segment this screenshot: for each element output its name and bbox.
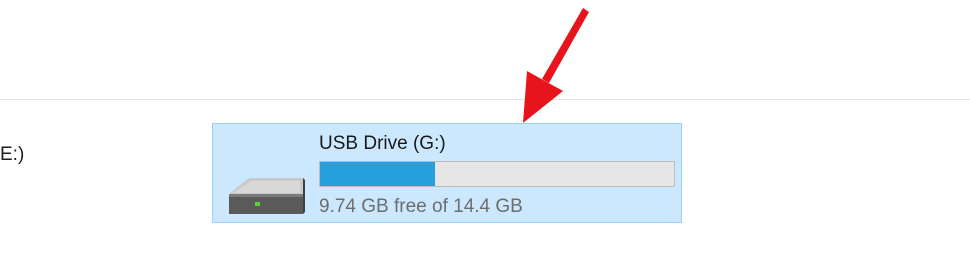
drive-item-usb-g[interactable]: USB Drive (G:) 9.74 GB free of 14.4 GB xyxy=(212,123,682,223)
file-explorer-drives-view: E:) USB Drive (G:) 9.74 GB free of 14.4 … xyxy=(0,0,970,272)
drive-usage-bar xyxy=(319,161,675,187)
red-arrow-icon xyxy=(523,8,589,123)
drive-usage-fill xyxy=(320,162,435,186)
drive-name: USB Drive (G:) xyxy=(319,133,446,154)
drive-free-space: 9.74 GB free of 14.4 GB xyxy=(319,196,523,217)
drive-item-e-label[interactable]: E:) xyxy=(0,144,24,166)
section-divider xyxy=(0,99,970,100)
removable-drive-icon xyxy=(229,178,305,214)
